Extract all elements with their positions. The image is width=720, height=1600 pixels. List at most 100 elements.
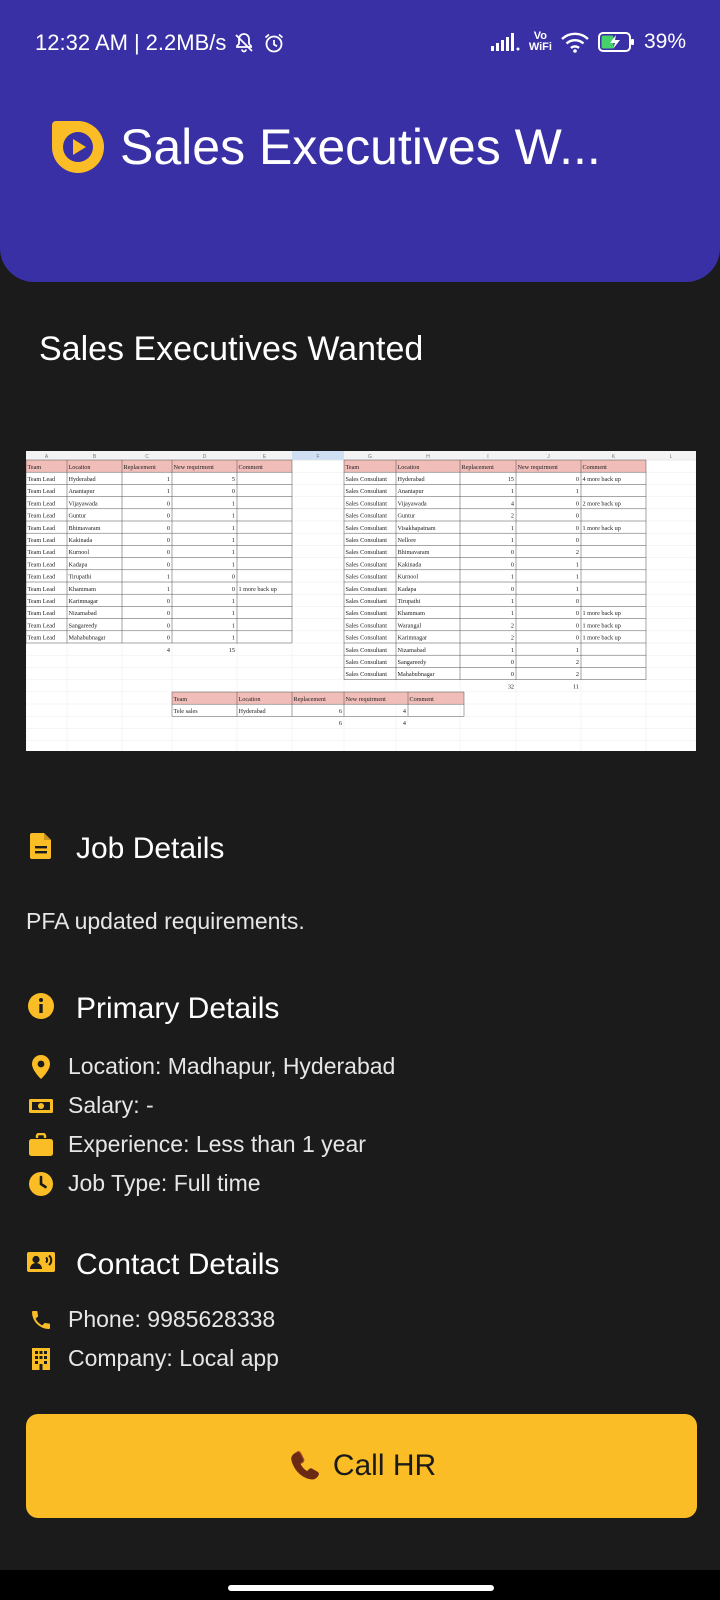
- right-table-cell: Khammam: [398, 610, 426, 617]
- column-letter: C: [145, 454, 149, 460]
- right-table-cell: 1: [576, 586, 579, 593]
- salary-text: Salary: -: [68, 1092, 154, 1118]
- left-table-cell: 0: [167, 635, 170, 642]
- left-table-cell: Team Lead: [28, 500, 56, 507]
- right-table-cell: Sales Consultant: [346, 500, 388, 507]
- right-table-cell: Sales Consultant: [346, 622, 388, 629]
- right-table-cell: Sales Consultant: [346, 610, 388, 617]
- right-table-cell: Kadapa: [398, 586, 417, 593]
- left-table-cell: Karimnagar: [69, 598, 99, 605]
- call-hr-button[interactable]: Call HR: [26, 1414, 697, 1518]
- location-text: Location: Madhapur, Hyderabad: [68, 1053, 396, 1079]
- right-table-cell: 0: [576, 500, 579, 507]
- left-table-cell: 1: [167, 586, 170, 593]
- left-table-cell: 1: [232, 622, 235, 629]
- right-table-cell: Sales Consultant: [346, 513, 388, 520]
- right-table-cell: Kurnool: [398, 574, 419, 581]
- right-table-cell: 4: [511, 500, 514, 507]
- right-table-header-cell: Location: [398, 464, 420, 471]
- left-table-cell: 5: [232, 476, 235, 483]
- contact-card-icon: [26, 1247, 56, 1282]
- right-table-cell: Sales Consultant: [346, 574, 388, 581]
- primary-details-list: Location: Madhapur, Hyderabad Salary: - …: [26, 1047, 395, 1203]
- right-table-cell: 0: [576, 622, 579, 629]
- tele-table-header-cell: Replacement: [294, 696, 327, 703]
- left-table-cell: Team Lead: [28, 598, 56, 605]
- contact-details-header: Contact Details: [26, 1247, 279, 1282]
- briefcase-icon: [26, 1130, 56, 1160]
- right-table-cell: 2: [576, 549, 579, 556]
- right-table-cell: 0: [576, 635, 579, 642]
- job-type-text: Job Type: Full time: [68, 1170, 261, 1196]
- right-table-total-new: 11: [573, 683, 579, 690]
- right-table-cell: Sales Consultant: [346, 488, 388, 495]
- left-table-cell: 1: [232, 549, 235, 556]
- right-table-cell: 1: [576, 488, 579, 495]
- right-table-cell: 1 more back up: [583, 610, 621, 617]
- right-table-cell: Sales Consultant: [346, 525, 388, 532]
- left-table-header-cell: Location: [69, 464, 91, 471]
- right-table-total-replacement: 32: [508, 683, 514, 690]
- left-table-cell: Anantapur: [69, 488, 95, 495]
- company-text: Company: Local app: [68, 1345, 279, 1371]
- right-table-cell: 0: [511, 586, 514, 593]
- requirements-spreadsheet-image[interactable]: A B C D E F G H I J K L Team Location Replacement New r…: [26, 451, 696, 751]
- right-table-cell: Guntur: [398, 513, 416, 520]
- detail-phone[interactable]: Phone: 9985628338: [26, 1300, 279, 1339]
- right-table-cell: Sales Consultant: [346, 647, 388, 654]
- right-table-cell: 4 more back up: [583, 476, 621, 483]
- left-table-cell: Team Lead: [28, 610, 56, 617]
- right-table-cell: Anantapur: [398, 488, 424, 495]
- left-table-cell: 0: [167, 561, 170, 568]
- left-table-cell: 1: [232, 610, 235, 617]
- right-table-cell: 2 more back up: [583, 500, 621, 507]
- left-table-cell: Hyderabad: [69, 476, 97, 483]
- right-table-header-cell: Replacement: [462, 464, 495, 471]
- right-table-cell: 0: [576, 513, 579, 520]
- left-table-cell: 0: [232, 488, 235, 495]
- right-table-cell: 0: [576, 610, 579, 617]
- right-table-cell: 0: [576, 476, 579, 483]
- right-table-header-cell: New requirment: [518, 464, 559, 471]
- left-table-cell: 1: [167, 574, 170, 581]
- left-table-cell: 1: [232, 537, 235, 544]
- wifi-icon: [560, 31, 590, 53]
- detail-experience: Experience: Less than 1 year: [26, 1125, 395, 1164]
- home-indicator[interactable]: [228, 1585, 494, 1591]
- tele-table-cell: 6: [339, 708, 342, 715]
- left-table-cell: Tirupathi: [69, 574, 92, 581]
- right-table-cell: 1 more back up: [583, 622, 621, 629]
- right-table-cell: 0: [511, 659, 514, 666]
- right-table-cell: 1 more back up: [583, 635, 621, 642]
- left-table-cell: 0: [167, 500, 170, 507]
- right-table-cell: 0: [511, 671, 514, 678]
- document-icon: [26, 831, 56, 866]
- signal-bars-icon: [490, 33, 521, 51]
- right-table-cell: 1: [576, 574, 579, 581]
- right-table-cell: 1: [511, 537, 514, 544]
- detail-job-type: Job Type: Full time: [26, 1164, 395, 1203]
- left-table-cell: Kadapa: [69, 561, 88, 568]
- left-table-cell: 1: [167, 488, 170, 495]
- left-table-cell: Team Lead: [28, 561, 56, 568]
- left-table-cell: 1: [232, 525, 235, 532]
- right-table-cell: Sales Consultant: [346, 476, 388, 483]
- left-table-total-new: 15: [229, 647, 235, 654]
- status-left: 12:32 AM | 2.2MB/s: [35, 30, 286, 56]
- tele-table-header-cell: Location: [239, 696, 261, 703]
- job-details-header: Job Details: [26, 831, 224, 866]
- primary-details-header: Primary Details: [26, 991, 279, 1026]
- left-table-cell: Team Lead: [28, 635, 56, 642]
- right-table-cell: Sales Consultant: [346, 537, 388, 544]
- alarm-clock-icon: [262, 31, 286, 55]
- location-pin-icon: [26, 1052, 56, 1082]
- detail-location: Location: Madhapur, Hyderabad: [26, 1047, 395, 1086]
- spreadsheet-svg: A B C D E F G H I J K LTeam Location Replacement New r…: [26, 451, 696, 751]
- job-details-title: Job Details: [76, 831, 225, 865]
- column-letter: I: [487, 454, 488, 460]
- column-letter: L: [670, 454, 673, 460]
- right-table-cell: Sales Consultant: [346, 549, 388, 556]
- left-table-cell: Team Lead: [28, 488, 56, 495]
- left-table-cell: 1: [232, 598, 235, 605]
- left-table-cell: 0: [167, 598, 170, 605]
